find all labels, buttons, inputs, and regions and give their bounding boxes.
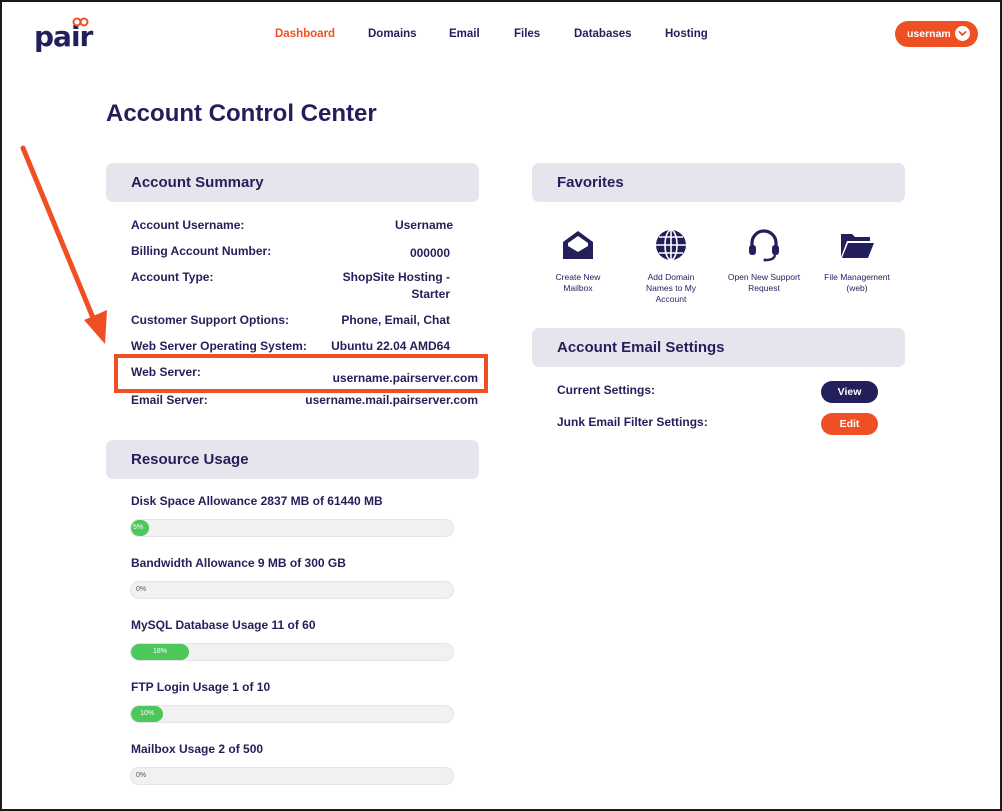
nav-hosting[interactable]: Hosting — [665, 28, 708, 40]
usage-label: MySQL Database Usage 11 of 60 — [131, 618, 316, 632]
folder-icon — [841, 234, 874, 258]
usage-percent-text: 10% — [140, 710, 155, 717]
chevron-down-icon — [955, 26, 970, 41]
user-menu-button[interactable]: usernam — [895, 21, 978, 47]
usage-percent-text: 0% — [136, 772, 147, 779]
mailbox-icon — [563, 231, 593, 259]
usage-progress-bar: 0% — [130, 581, 454, 599]
summary-value-type: ShopSite Hosting - — [342, 270, 450, 284]
junk-filter-label: Junk Email Filter Settings: — [557, 415, 708, 429]
summary-label-type: Account Type: — [131, 270, 214, 284]
nav-email[interactable]: Email — [449, 28, 480, 40]
summary-label-billing: Billing Account Number: — [131, 244, 272, 258]
edit-junk-filter-button[interactable]: Edit — [821, 413, 878, 435]
email-settings-header: Account Email Settings — [532, 328, 905, 367]
summary-label-os: Web Server Operating System: — [131, 339, 307, 353]
favorite-label: Create New Mailbox — [555, 272, 601, 293]
summary-label-username: Account Username: — [131, 218, 245, 232]
usage-label: Disk Space Allowance 2837 MB of 61440 MB — [131, 494, 383, 508]
favorites-header: Favorites — [532, 163, 905, 202]
nav-domains[interactable]: Domains — [368, 28, 417, 40]
summary-label-web-server: Web Server: — [131, 365, 201, 379]
favorite-label: File Management (web) — [824, 272, 890, 293]
summary-value-billing: 000000 — [409, 246, 450, 260]
summary-label-support: Customer Support Options: — [131, 313, 289, 327]
user-menu-label: usernam — [907, 28, 951, 40]
nav-dashboard[interactable]: Dashboard — [275, 28, 335, 40]
page-title: Account Control Center — [106, 100, 377, 127]
favorite-add-domain[interactable]: Add Domain Names to My Account — [625, 228, 717, 305]
usage-label: Bandwidth Allowance 9 MB of 300 GB — [131, 556, 346, 570]
usage-progress-bar: 18% — [130, 643, 454, 661]
summary-value-type-line2: Starter — [411, 287, 450, 301]
usage-label: FTP Login Usage 1 of 10 — [131, 680, 271, 694]
usage-progress-bar: 5% — [130, 519, 454, 537]
infinity-icon — [72, 17, 89, 27]
usage-label: Mailbox Usage 2 of 500 — [131, 742, 264, 756]
summary-label-email-server: Email Server: — [131, 393, 208, 407]
summary-value-username: Username — [394, 218, 453, 232]
summary-value-support: Phone, Email, Chat — [341, 313, 450, 327]
nav-databases[interactable]: Databases — [574, 28, 632, 40]
favorite-support-request[interactable]: Open New Support Request — [718, 228, 810, 294]
view-settings-button[interactable]: View — [821, 381, 878, 403]
summary-value-email-server: username.mail.pairserver.com — [305, 393, 478, 407]
usage-percent-text: 0% — [136, 586, 147, 593]
current-settings-label: Current Settings: — [557, 383, 656, 397]
usage-progress-bar: 10% — [130, 705, 454, 723]
headset-icon — [749, 229, 779, 262]
resource-usage-header: Resource Usage — [106, 440, 479, 479]
globe-icon — [656, 229, 686, 261]
account-summary-header: Account Summary — [106, 163, 479, 202]
summary-value-os: Ubuntu 22.04 AMD64 — [331, 339, 450, 353]
top-nav: Dashboard Domains Email Files Databases … — [2, 28, 1002, 44]
usage-percent-text: 5% — [133, 524, 144, 531]
usage-progress-bar: 0% — [130, 767, 454, 785]
summary-value-web-server: username.pairserver.com — [332, 371, 478, 385]
favorite-create-mailbox[interactable]: Create New Mailbox — [532, 228, 624, 294]
favorite-label: Add Domain Names to My Account — [645, 272, 697, 304]
favorite-file-management[interactable]: File Management (web) — [811, 228, 903, 294]
favorite-label: Open New Support Request — [727, 272, 801, 293]
usage-percent-text: 18% — [152, 648, 167, 655]
nav-files[interactable]: Files — [514, 28, 540, 40]
app-window: pair Dashboard Domains Email Files Datab… — [0, 0, 1002, 811]
